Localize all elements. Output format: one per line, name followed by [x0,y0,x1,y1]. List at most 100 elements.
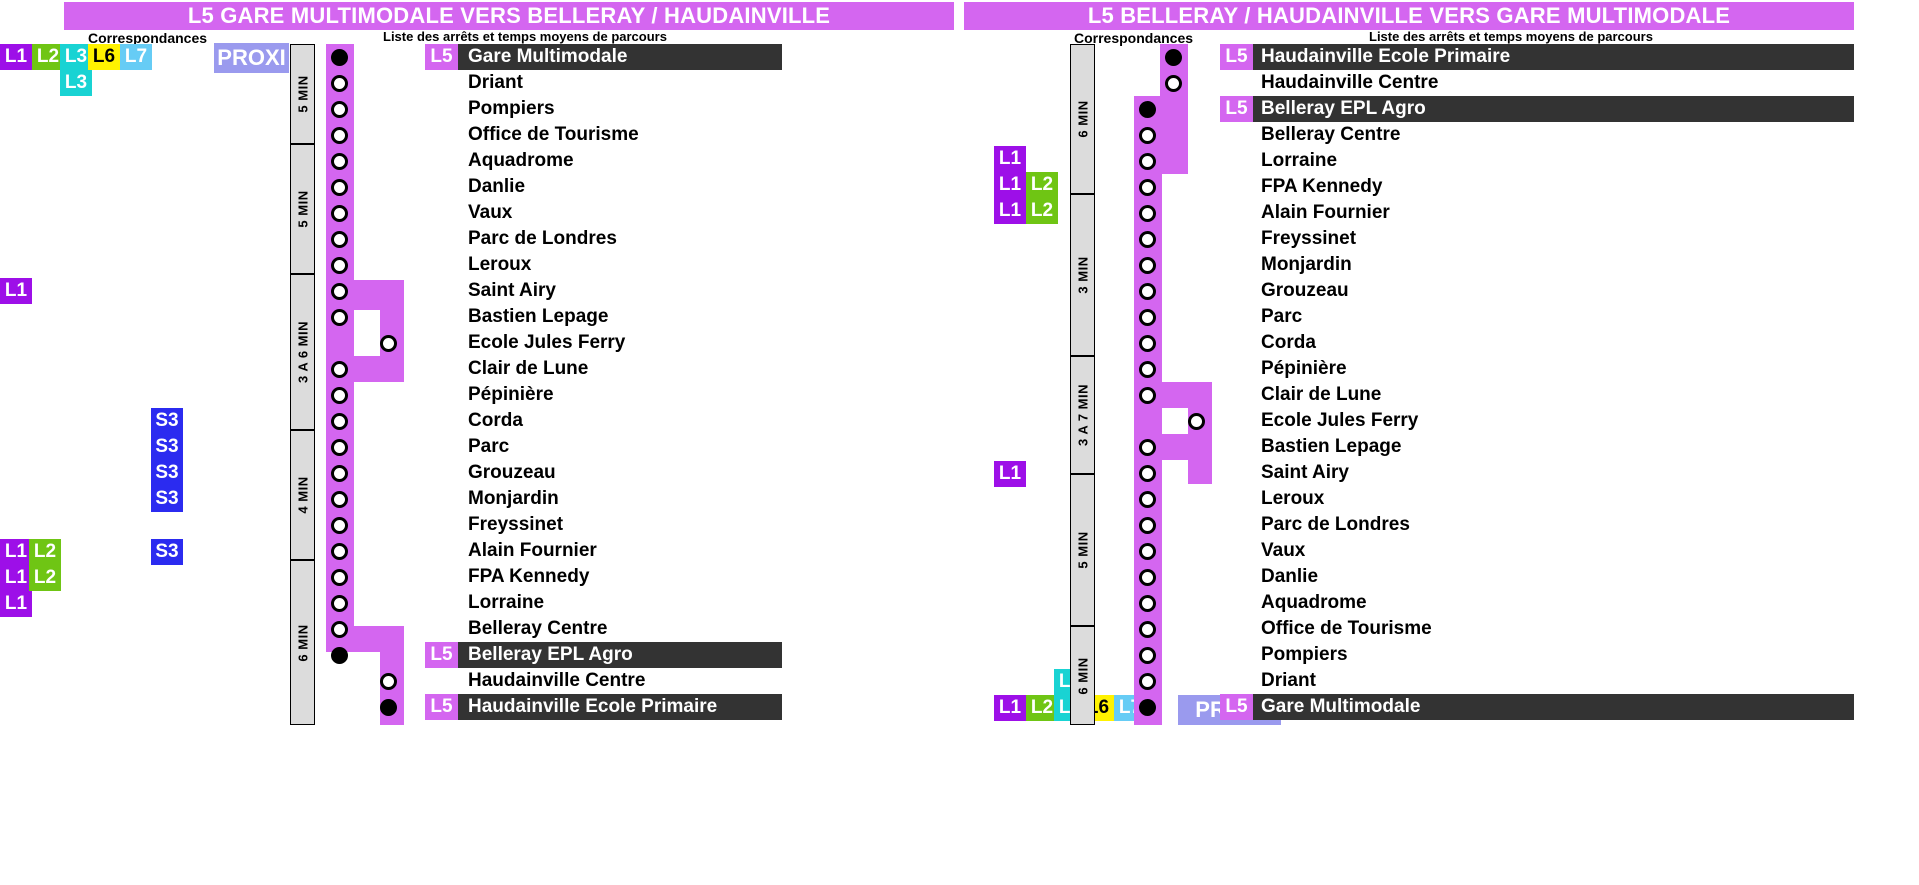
stop-label: Freyssinet [468,514,564,535]
stop-label: Leroux [468,254,532,275]
time-block-label: 6 MIN [1075,100,1090,138]
stop-dot[interactable] [1139,335,1156,352]
stop-dot[interactable] [1139,569,1156,586]
stop-label: Parc [1261,306,1303,327]
stop-dot[interactable] [331,413,348,430]
stop-label: Ecole Jules Ferry [1261,410,1419,431]
stop-dot[interactable] [331,179,348,196]
stop-dot[interactable] [1139,387,1156,404]
time-block-left-0: 5 MIN [290,44,315,144]
line-tag-l5: L5 [425,44,458,70]
stop-label: Office de Tourisme [468,124,639,145]
panel-outbound: L5 GARE MULTIMODALE VERS BELLERAY / HAUD… [0,0,955,885]
stop-label: Belleray Centre [468,618,608,639]
time-block-right-4: 6 MIN [1070,626,1095,725]
stop-dot[interactable] [1139,205,1156,222]
transit-line-diagram: L5 GARE MULTIMODALE VERS BELLERAY / HAUD… [0,0,1919,885]
line-branch-bottom-left [354,356,404,382]
time-block-label: 6 MIN [295,623,310,662]
line-tag-l5: L5 [1220,694,1253,720]
corr-badge-freyssinet-s3: S3 [151,486,183,512]
stop-dot[interactable] [331,387,348,404]
stop-label: FPA Kennedy [468,566,590,587]
stop-dot[interactable] [1139,361,1156,378]
stop-dot[interactable] [1139,595,1156,612]
stop-dot-branch[interactable] [1165,75,1182,92]
time-block-left-3: 4 MIN [290,430,315,560]
stop-dot[interactable] [331,101,348,118]
stop-label: Driant [1261,670,1316,691]
line-tag-l5: L5 [1220,44,1253,70]
stop-dot[interactable] [331,75,348,92]
stop-dot[interactable] [331,361,348,378]
stop-label: Danlie [1261,566,1319,587]
stop-dot[interactable] [331,517,348,534]
stop-label: Pépinière [1261,358,1347,379]
corr-badge-l7: L7 [120,44,152,70]
stop-dot-terminus[interactable] [1139,699,1156,716]
stop-dot[interactable] [331,465,348,482]
stop-label: Ecole Jules Ferry [468,332,626,353]
stop-label: Danlie [468,176,526,197]
stop-dot[interactable] [331,309,348,326]
time-block-label: 3 A 7 MIN [1075,383,1090,447]
stop-dot[interactable] [331,595,348,612]
stop-label: Haudainville Ecole Primaire [468,696,718,717]
stop-dot[interactable] [1139,621,1156,638]
stop-dot[interactable] [1139,517,1156,534]
corr-badge-monjardin-s3: S3 [151,460,183,486]
stop-dot[interactable] [331,439,348,456]
stop-dot[interactable] [331,231,348,248]
time-block-right-3: 5 MIN [1070,474,1095,626]
stop-dot-terminus[interactable] [331,647,348,664]
stop-dot[interactable] [1139,491,1156,508]
stop-dot[interactable] [1139,153,1156,170]
stop-label: Pompiers [1261,644,1348,665]
stop-dot[interactable] [331,491,348,508]
stop-dot[interactable] [331,283,348,300]
stop-dot[interactable] [331,205,348,222]
stop-dot[interactable] [1139,543,1156,560]
time-block-label: 3 MIN [1075,256,1090,294]
stop-dot[interactable] [1139,673,1156,690]
stop-dot[interactable] [331,543,348,560]
stop-dot-branch[interactable] [380,335,397,352]
stop-dot-terminus-branch[interactable] [380,699,397,716]
stop-dot[interactable] [1139,179,1156,196]
stop-label: Clair de Lune [468,358,589,379]
stop-list-header-right: Liste des arrêts et temps moyens de parc… [1369,29,1653,44]
stop-dot[interactable] [331,569,348,586]
panel-inbound: L5 BELLERAY / HAUDAINVILLE VERS GARE MUL… [964,0,1919,885]
stop-label: Lorraine [1261,150,1338,171]
stop-dot-terminus[interactable] [1139,101,1156,118]
stop-dot[interactable] [1139,309,1156,326]
time-block-left-2: 3 A 6 MIN [290,274,315,430]
stop-label: Gare Multimodale [1261,696,1421,717]
stop-label: Corda [1261,332,1316,353]
stop-dot-terminus[interactable] [331,49,348,66]
stop-dot-terminus-branch[interactable] [1165,49,1182,66]
time-block-label: 4 MIN [295,476,310,514]
stop-label: Gare Multimodale [468,46,628,67]
corr-badge-l1: L1 [0,44,32,70]
stop-dot[interactable] [331,153,348,170]
stop-label: Office de Tourisme [1261,618,1432,639]
stop-label: Driant [468,72,523,93]
stop-dot[interactable] [331,127,348,144]
stop-label: Alain Fournier [468,540,597,561]
time-block-right-2: 3 A 7 MIN [1070,356,1095,474]
stop-dot-branch[interactable] [380,673,397,690]
corr-badge-fpakennedy-l1: L1 [994,198,1026,224]
stop-dot[interactable] [1139,127,1156,144]
stop-dot[interactable] [1139,439,1156,456]
stop-label: Pompiers [468,98,555,119]
stop-dot[interactable] [1139,465,1156,482]
stop-dot[interactable] [1139,231,1156,248]
line-tag-l5: L5 [425,694,458,720]
stop-dot[interactable] [331,257,348,274]
stop-dot-branch[interactable] [1188,413,1205,430]
stop-dot[interactable] [1139,647,1156,664]
stop-dot[interactable] [1139,283,1156,300]
stop-dot[interactable] [1139,257,1156,274]
stop-dot[interactable] [331,621,348,638]
